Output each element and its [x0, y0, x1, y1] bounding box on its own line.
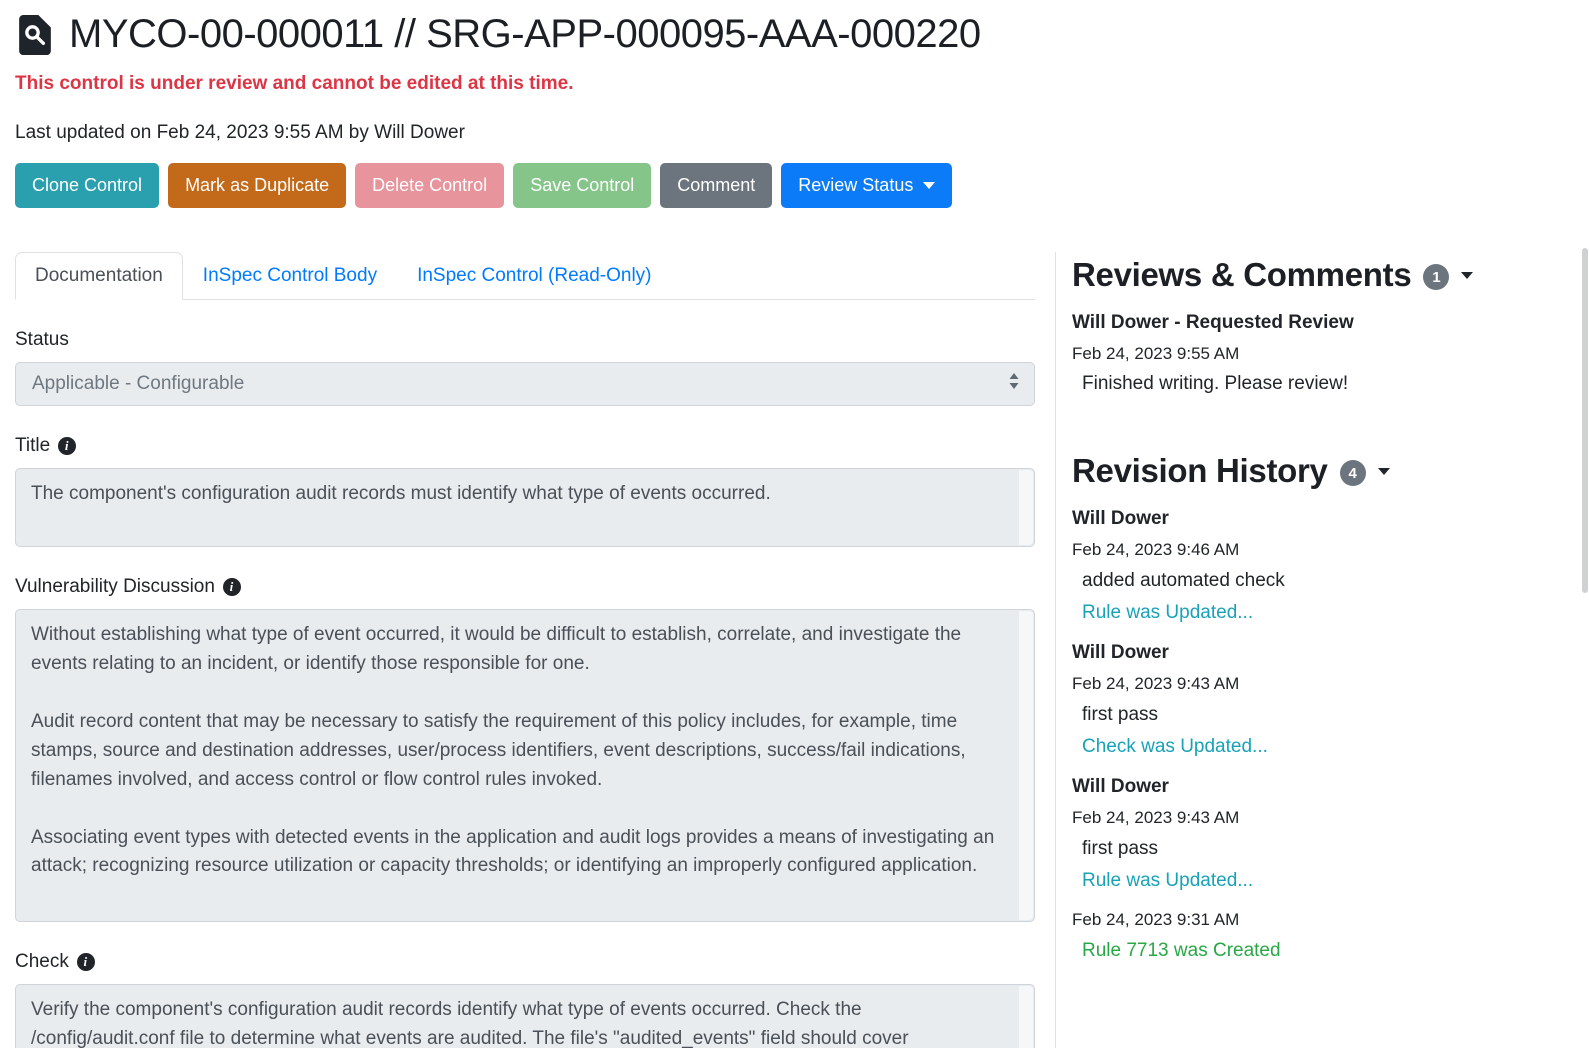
tab-documentation[interactable]: Documentation [15, 252, 183, 300]
review-status-label: Review Status [798, 174, 913, 197]
history-date: Feb 24, 2023 9:46 AM [1072, 540, 1564, 560]
vulnerability-discussion-textarea: Without establishing what type of event … [15, 609, 1035, 922]
check-updated-link[interactable]: Check was Updated... [1072, 736, 1564, 758]
control-editor-page: MYCO-00-000011 // SRG-APP-000095-AAA-000… [0, 0, 1589, 1048]
history-entry: Will Dower Feb 24, 2023 9:43 AM first pa… [1072, 776, 1564, 892]
review-author: Will Dower - Requested Review [1072, 312, 1564, 334]
history-entry: Will Dower Feb 24, 2023 9:46 AM added au… [1072, 508, 1564, 624]
rule-updated-link[interactable]: Rule was Updated... [1072, 602, 1564, 624]
rule-updated-link[interactable]: Rule was Updated... [1072, 870, 1564, 892]
content-area: Documentation InSpec Control Body InSpec… [15, 252, 1574, 1048]
mark-as-duplicate-label: Mark as Duplicate [185, 174, 329, 197]
reviews-comments-section: Reviews & Comments 1 Will Dower - Reques… [1072, 256, 1564, 395]
reviews-comments-title: Reviews & Comments [1072, 256, 1411, 294]
info-icon: i [58, 437, 76, 455]
last-updated-text: Last updated on Feb 24, 2023 9:55 AM by … [15, 122, 1574, 144]
check-label: Check i [15, 951, 1035, 973]
delete-control-button[interactable]: Delete Control [355, 163, 504, 208]
header: MYCO-00-000011 // SRG-APP-000095-AAA-000… [15, 12, 1574, 57]
history-author: Will Dower [1072, 642, 1564, 664]
status-select-value: Applicable - Configurable [32, 373, 244, 395]
tab-inspec-control-read-only[interactable]: InSpec Control (Read-Only) [397, 252, 671, 300]
title-textarea: The component's configuration audit reco… [15, 468, 1035, 547]
tab-inspec-control-body[interactable]: InSpec Control Body [183, 252, 397, 300]
toolbar: Clone Control Mark as Duplicate Delete C… [15, 163, 1574, 208]
history-message: added automated check [1072, 570, 1564, 592]
comment-button[interactable]: Comment [660, 163, 772, 208]
info-icon: i [77, 953, 95, 971]
tab-bar: Documentation InSpec Control Body InSpec… [15, 252, 1035, 300]
save-control-button[interactable]: Save Control [513, 163, 651, 208]
info-icon: i [223, 578, 241, 596]
history-entry: Feb 24, 2023 9:31 AM Rule 7713 was Creat… [1072, 910, 1564, 962]
page-scrollbar[interactable] [1582, 248, 1588, 593]
chevron-down-icon [923, 182, 935, 189]
vulnerability-discussion-label: Vulnerability Discussion i [15, 576, 1035, 598]
save-control-label: Save Control [530, 174, 634, 197]
check-textarea: Verify the component's configuration aud… [15, 984, 1035, 1048]
revision-history-section: Revision History 4 Will Dower Feb 24, 20… [1072, 452, 1564, 962]
revision-history-title: Revision History [1072, 452, 1328, 490]
history-date: Feb 24, 2023 9:31 AM [1072, 910, 1564, 930]
file-search-icon [15, 13, 55, 57]
history-author: Will Dower [1072, 508, 1564, 530]
activity-sidebar: Reviews & Comments 1 Will Dower - Reques… [1055, 252, 1574, 1048]
history-entry: Will Dower Feb 24, 2023 9:43 AM first pa… [1072, 642, 1564, 758]
mark-as-duplicate-button[interactable]: Mark as Duplicate [168, 163, 346, 208]
review-lock-warning: This control is under review and cannot … [15, 73, 1574, 95]
review-message: Finished writing. Please review! [1072, 373, 1564, 395]
rule-created-link[interactable]: Rule 7713 was Created [1072, 940, 1564, 962]
history-count-badge: 4 [1340, 460, 1366, 486]
status-select: Applicable - Configurable [15, 362, 1035, 406]
clone-control-label: Clone Control [32, 174, 142, 197]
history-date: Feb 24, 2023 9:43 AM [1072, 808, 1564, 828]
history-message: first pass [1072, 838, 1564, 860]
revision-history-heading: Revision History 4 [1072, 452, 1564, 490]
chevron-down-icon[interactable] [1461, 272, 1473, 279]
history-message: first pass [1072, 704, 1564, 726]
documentation-panel: Documentation InSpec Control Body InSpec… [15, 252, 1035, 1048]
delete-control-label: Delete Control [372, 174, 487, 197]
review-entry: Will Dower - Requested Review Feb 24, 20… [1072, 312, 1564, 395]
status-label: Status [15, 329, 1035, 351]
page-title: MYCO-00-000011 // SRG-APP-000095-AAA-000… [69, 12, 981, 57]
reviews-count-badge: 1 [1423, 264, 1449, 290]
select-updown-icon [1008, 372, 1020, 396]
clone-control-button[interactable]: Clone Control [15, 163, 159, 208]
review-status-dropdown-button[interactable]: Review Status [781, 163, 952, 208]
title-label: Title i [15, 435, 1035, 457]
review-date: Feb 24, 2023 9:55 AM [1072, 344, 1564, 364]
history-date: Feb 24, 2023 9:43 AM [1072, 674, 1564, 694]
chevron-down-icon[interactable] [1378, 468, 1390, 475]
history-author: Will Dower [1072, 776, 1564, 798]
reviews-comments-heading: Reviews & Comments 1 [1072, 256, 1564, 294]
comment-label: Comment [677, 174, 755, 197]
